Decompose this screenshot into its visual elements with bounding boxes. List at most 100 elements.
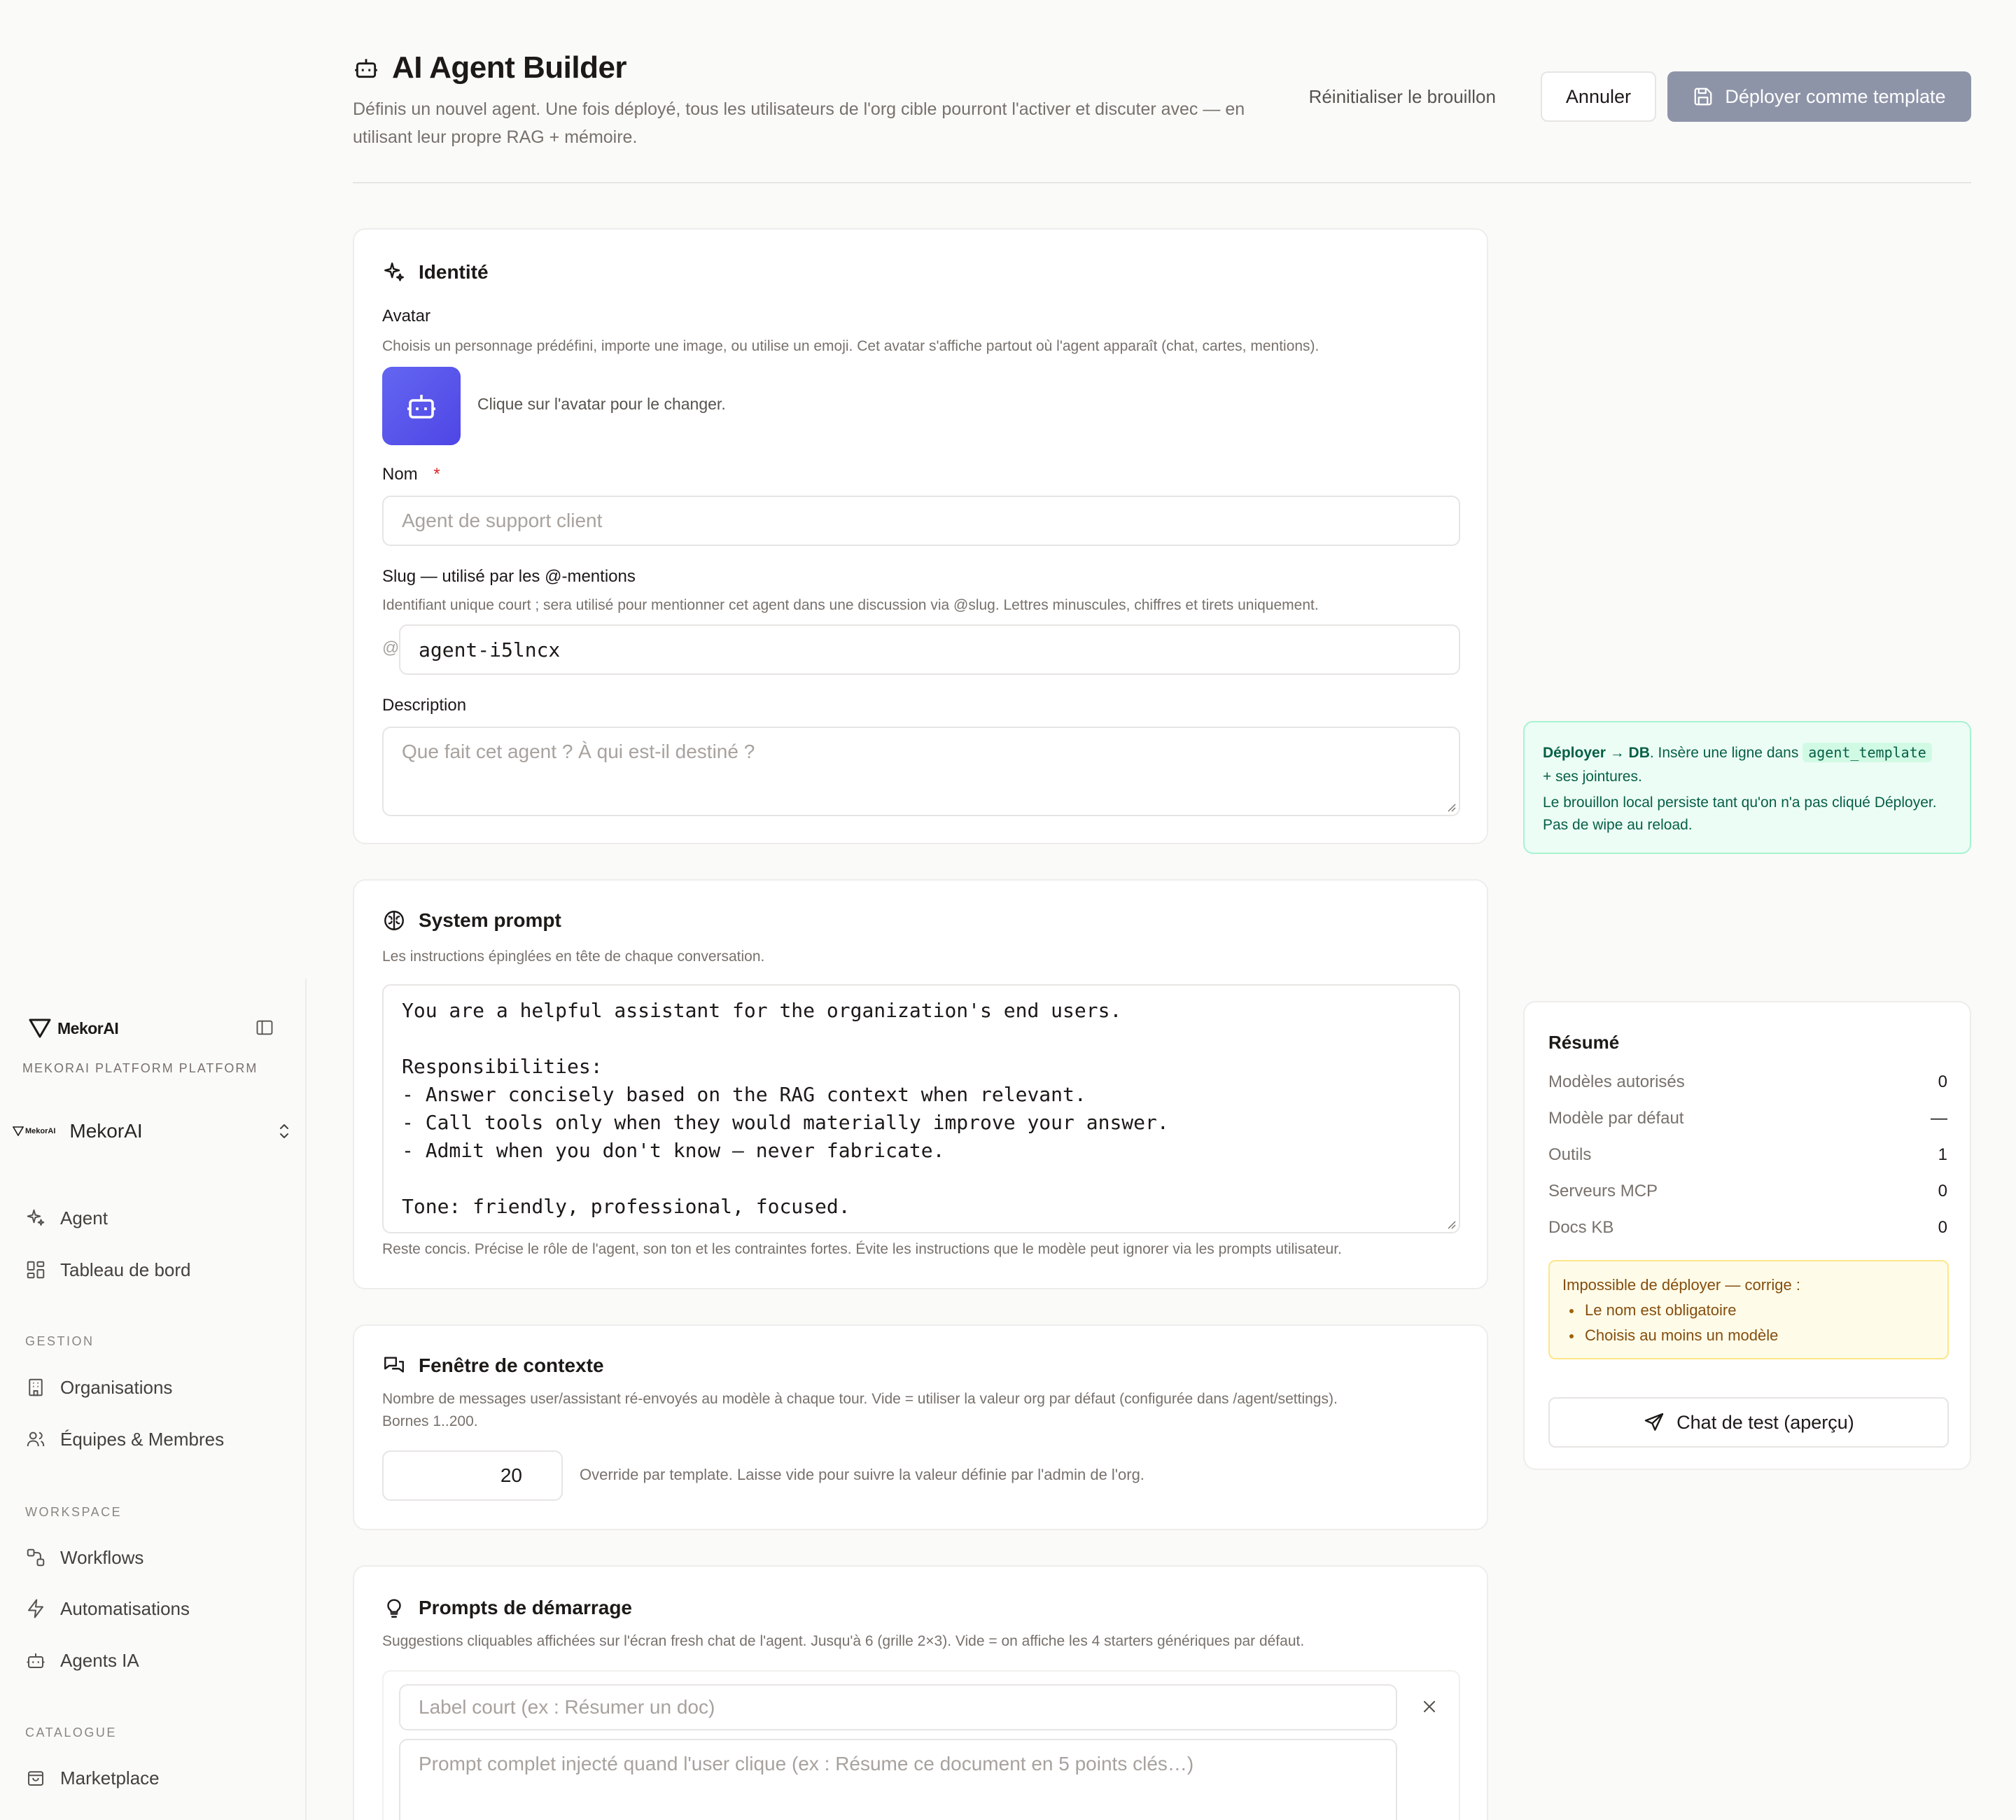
deploy-warning-title: Impossible de déployer — corrige : [1562, 1276, 1800, 1294]
store-icon [28, 1771, 43, 1786]
sidebar: MekorAI MEKORAI PLATFORM PLATFORM MekorA… [0, 979, 307, 1820]
system-prompt-textarea[interactable]: You are a helpful assistant for the orga… [382, 984, 1460, 1233]
sidebar-item-workflows[interactable]: Workflows [25, 1542, 144, 1573]
prompt-line: Tone: friendly, professional, focused. [402, 1195, 850, 1218]
resize-handle-icon[interactable] [1446, 802, 1456, 812]
sidebar-section-workspace: WORKSPACE [25, 1505, 122, 1519]
deploy-warning-box: Impossible de déployer — corrige : Le no… [1548, 1260, 1949, 1359]
deploy-template-label: Déployer comme template [1725, 85, 1946, 107]
summary-row-label: Outils [1548, 1145, 1592, 1164]
page-title: AI Agent Builder [392, 50, 627, 85]
sidebar-toggle-button[interactable] [253, 1016, 276, 1039]
messages-icon [384, 1357, 404, 1373]
starter-prompt-placeholder: Prompt complet injecté quand l'user cliq… [419, 1753, 1194, 1774]
sidebar-item-ai-agents[interactable]: Agents IA [25, 1645, 139, 1676]
deploy-info-code: agent_template [1802, 743, 1932, 762]
starter-prompts-card: Prompts de démarrage Suggestions cliquab… [353, 1565, 1488, 1820]
summary-row-value: 0 [1938, 1218, 1947, 1237]
org-switcher[interactable]: MekorAI MekorAI [13, 1113, 293, 1149]
deploy-info-strong: Déployer → DB [1543, 745, 1650, 761]
sidebar-item-label: Agents IA [60, 1649, 139, 1671]
prompt-line: You are a helpful assistant for the orga… [402, 999, 1122, 1022]
deploy-template-button[interactable]: Déployer comme template [1667, 71, 1971, 122]
platform-label: MEKORAI PLATFORM PLATFORM [22, 1061, 258, 1075]
prompt-line: - Call tools only when they would materi… [402, 1111, 1169, 1134]
context-window-input[interactable]: 20 [382, 1450, 563, 1501]
summary-row-tools: Outils 1 [1548, 1145, 1947, 1165]
send-icon [1644, 1413, 1664, 1431]
name-input[interactable]: Agent de support client [382, 496, 1460, 546]
sidebar-item-label: Workflows [60, 1546, 144, 1568]
summary-title: Résumé [1548, 1032, 1620, 1053]
reset-draft-button[interactable]: Réinitialiser le brouillon [1309, 86, 1530, 108]
resize-handle-icon[interactable] [1446, 1219, 1456, 1229]
description-textarea[interactable]: Que fait cet agent ? À qui est-il destin… [382, 727, 1460, 816]
test-chat-label: Chat de test (aperçu) [1676, 1411, 1854, 1433]
slug-input[interactable]: agent-i5lncx [399, 624, 1460, 675]
avatar-picker[interactable] [382, 367, 461, 445]
summary-row-label: Modèles autorisés [1548, 1072, 1685, 1091]
starter-item: Label court (ex : Résumer un doc) Prompt… [382, 1670, 1460, 1820]
identity-title: Identité [382, 260, 489, 284]
starter-prompts-title-text: Prompts de démarrage [419, 1597, 632, 1618]
cancel-button[interactable]: Annuler [1540, 71, 1656, 122]
save-icon [1695, 88, 1712, 106]
required-mark: * [433, 465, 440, 484]
starter-prompt-textarea[interactable]: Prompt complet injecté quand l'user cliq… [399, 1739, 1397, 1820]
summary-row-docs: Docs KB 0 [1548, 1218, 1947, 1238]
zap-icon [28, 1599, 43, 1618]
deploy-warning-item: Choisis au moins un modèle [1562, 1323, 1935, 1348]
dashboard-icon [27, 1261, 45, 1279]
starter-label-input[interactable]: Label court (ex : Résumer un doc) [399, 1684, 1397, 1730]
summary-row-label: Modèle par défaut [1548, 1109, 1684, 1128]
avatar-label: Avatar [382, 307, 430, 326]
bot-icon [355, 59, 377, 78]
page-header: AI Agent Builder Définis un nouvel agent… [353, 49, 1971, 147]
system-prompt-help: Les instructions épinglées en tête de ch… [382, 948, 765, 965]
sidebar-item-label: Tableau de bord [60, 1259, 191, 1280]
avatar-help: Choisis un personnage prédéfini, importe… [382, 338, 1320, 354]
system-prompt-footer: Reste concis. Précise le rôle de l'agent… [382, 1241, 1342, 1257]
org-logo-icon [13, 1126, 24, 1136]
deploy-warning-item: Le nom est obligatoire [1562, 1298, 1935, 1323]
prompt-line [402, 1165, 1441, 1193]
test-chat-button[interactable]: Chat de test (aperçu) [1548, 1397, 1949, 1448]
deploy-warning-list: Le nom est obligatoire Choisis au moins … [1562, 1298, 1935, 1348]
sidebar-item-label: Équipes & Membres [60, 1428, 225, 1450]
sidebar-item-teams[interactable]: Équipes & Membres [25, 1424, 224, 1455]
sidebar-item-agent[interactable]: Agent [25, 1203, 108, 1233]
summary-row-label: Docs KB [1548, 1218, 1614, 1237]
lightbulb-icon [387, 1599, 401, 1618]
brand-name: MekorAI [57, 1018, 119, 1037]
name-label: Nom * [382, 465, 440, 484]
deploy-info-line-1: Déployer → DB. Insère une ligne dans age… [1543, 741, 1952, 765]
bot-icon [27, 1653, 45, 1668]
page-subtitle: Définis un nouvel agent. Une fois déploy… [353, 99, 1245, 147]
avatar-hint: Clique sur l'avatar pour le changer. [477, 395, 726, 413]
sidebar-item-dashboard[interactable]: Tableau de bord [25, 1254, 190, 1285]
sidebar-item-organisations[interactable]: Organisations [25, 1372, 172, 1403]
summary-panel: Résumé Modèles autorisés 0 Modèle par déf… [1523, 1001, 1971, 1470]
system-prompt-title: System prompt [382, 909, 561, 932]
slug-prefix: @ [382, 638, 400, 657]
workflow-icon [27, 1548, 45, 1567]
identity-title-text: Identité [419, 261, 489, 283]
description-label: Description [382, 696, 467, 715]
sidebar-item-marketplace[interactable]: Marketplace [25, 1763, 160, 1793]
close-icon[interactable] [1420, 1697, 1439, 1716]
org-logo: MekorAI [13, 1126, 55, 1136]
sidebar-item-label: Agent [60, 1207, 108, 1228]
sidebar-item-automations[interactable]: Automatisations [25, 1593, 190, 1624]
users-icon [27, 1432, 45, 1447]
system-prompt-title-text: System prompt [419, 909, 561, 931]
sidebar-section-gestion: GESTION [25, 1334, 94, 1348]
prompt-line: - Answer concisely based on the RAG cont… [402, 1083, 1086, 1106]
bot-icon [407, 395, 435, 419]
org-logo-text: MekorAI [25, 1127, 56, 1135]
prompt-line: - Admit when you don't know — never fabr… [402, 1139, 945, 1162]
chevrons-up-down-icon [280, 1124, 288, 1138]
context-window-note: Override par template. Laisse vide pour … [580, 1466, 1144, 1483]
slug-help: Identifiant unique court ; sera utilisé … [382, 597, 1319, 613]
brand[interactable]: MekorAI [28, 1018, 119, 1039]
sidebar-item-label: Automatisations [60, 1597, 190, 1619]
